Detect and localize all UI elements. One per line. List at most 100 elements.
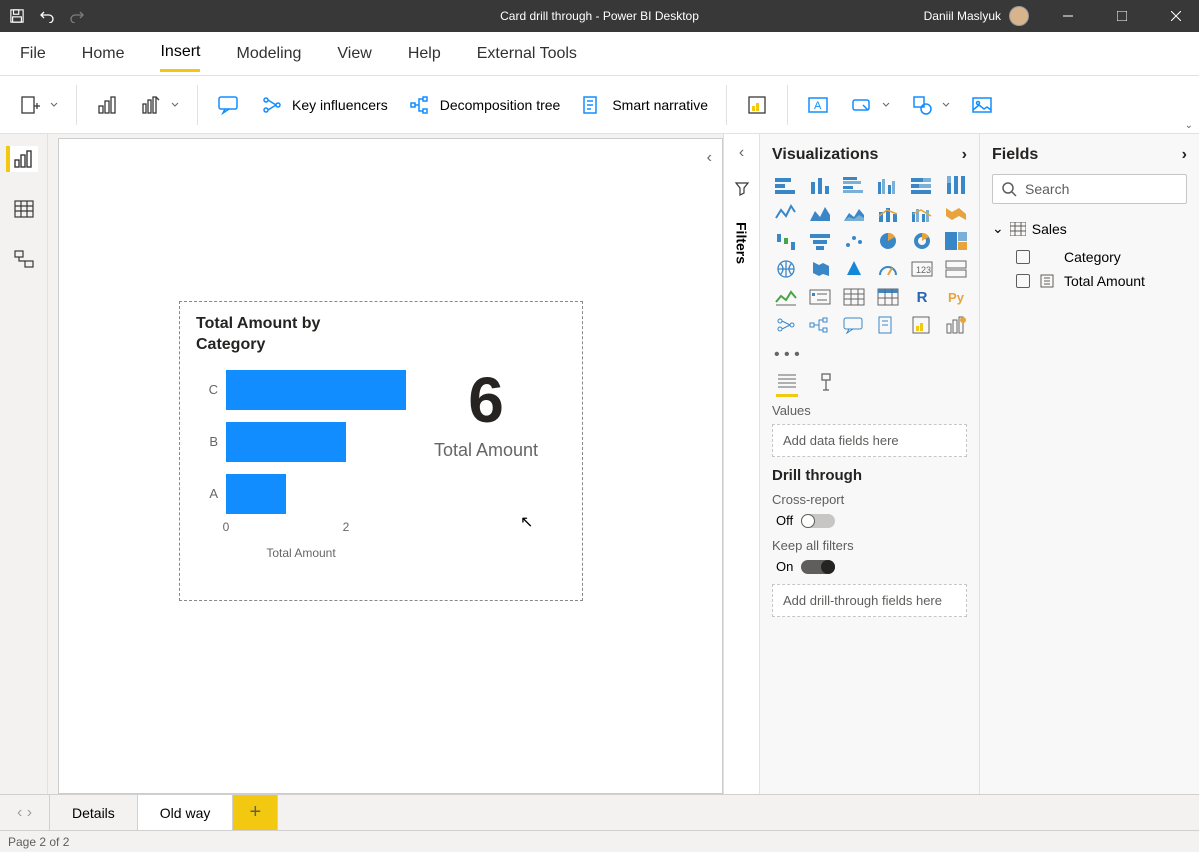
kpi-icon[interactable] [772, 286, 800, 308]
card-icon[interactable]: 123 [908, 258, 936, 280]
funnel-icon[interactable] [806, 230, 834, 252]
stacked-column-100-icon[interactable] [942, 174, 970, 196]
shapes-button[interactable] [902, 89, 958, 121]
data-view-button[interactable] [8, 196, 40, 222]
checkbox[interactable] [1016, 274, 1030, 288]
stacked-bar-100-icon[interactable] [908, 174, 936, 196]
checkbox[interactable] [1016, 250, 1030, 264]
stacked-area-icon[interactable] [840, 202, 868, 224]
selected-visual[interactable]: Total Amount by Category C B A 0 2 Total… [179, 301, 583, 601]
bar[interactable] [226, 370, 406, 410]
tab-file[interactable]: File [20, 37, 46, 71]
redo-icon[interactable] [68, 7, 86, 25]
paginated-viz-icon[interactable] [908, 314, 936, 336]
collapse-chevron-icon[interactable]: › [1182, 146, 1187, 164]
filters-pane-collapsed[interactable]: ‹ Filters [723, 134, 759, 794]
donut-icon[interactable] [908, 230, 936, 252]
get-more-visuals-icon[interactable] [942, 314, 970, 336]
slicer-icon[interactable] [806, 286, 834, 308]
view-rail [0, 134, 48, 794]
bar[interactable] [226, 474, 286, 514]
multi-row-card-icon[interactable] [942, 258, 970, 280]
report-view-button[interactable] [6, 146, 38, 172]
azure-map-icon[interactable] [840, 258, 868, 280]
field-category[interactable]: Category [992, 245, 1187, 269]
fields-table-sales[interactable]: ⌄ Sales [992, 220, 1187, 237]
shapes-icon [910, 93, 934, 117]
keep-filters-toggle[interactable] [801, 560, 835, 574]
decomposition-viz-icon[interactable] [806, 314, 834, 336]
values-drop-well[interactable]: Add data fields here [772, 424, 967, 457]
gauge-icon[interactable] [874, 258, 902, 280]
clustered-bar-icon[interactable] [840, 174, 868, 196]
card-visual[interactable]: 6 Total Amount [406, 364, 566, 560]
maximize-button[interactable] [1099, 0, 1145, 32]
line-stacked-column-icon[interactable] [874, 202, 902, 224]
keep-filters-state: On [776, 559, 793, 574]
fields-tab-icon[interactable] [776, 372, 798, 397]
treemap-icon[interactable] [942, 230, 970, 252]
collapse-chevron-icon[interactable]: ‹ [707, 149, 712, 167]
viz-more-icon[interactable]: • • • [772, 344, 967, 372]
smart-narrative-button[interactable]: Smart narrative [572, 89, 716, 121]
cross-report-toggle[interactable] [801, 514, 835, 528]
stacked-bar-icon[interactable] [772, 174, 800, 196]
qa-viz-icon[interactable] [840, 314, 868, 336]
clustered-column-icon[interactable] [874, 174, 902, 196]
qa-button[interactable] [208, 89, 248, 121]
new-page-button[interactable] [10, 89, 66, 121]
report-canvas[interactable]: ‹ Total Amount by Category C B A 0 2 [58, 138, 723, 794]
key-influencers-viz-icon[interactable] [772, 314, 800, 336]
format-tab-icon[interactable] [816, 372, 836, 397]
image-button[interactable] [962, 89, 1002, 121]
collapse-chevron-icon[interactable]: › [962, 146, 967, 164]
tab-modeling[interactable]: Modeling [236, 37, 301, 71]
pie-icon[interactable] [874, 230, 902, 252]
expand-filters-chevron-icon[interactable]: ‹ [739, 144, 744, 162]
area-chart-icon[interactable] [806, 202, 834, 224]
close-button[interactable] [1153, 0, 1199, 32]
save-icon[interactable] [8, 7, 26, 25]
user-account[interactable]: Daniil Maslyuk [924, 6, 1037, 26]
text-box-button[interactable]: A [798, 89, 838, 121]
table-icon[interactable] [840, 286, 868, 308]
scatter-icon[interactable] [840, 230, 868, 252]
decomposition-tree-button[interactable]: Decomposition tree [400, 89, 569, 121]
drill-fields-well[interactable]: Add drill-through fields here [772, 584, 967, 617]
paginated-report-button[interactable] [737, 89, 777, 121]
r-visual-icon[interactable]: R [908, 286, 936, 308]
waterfall-icon[interactable] [772, 230, 800, 252]
key-influencers-button[interactable]: Key influencers [252, 89, 396, 121]
tab-insert[interactable]: Insert [160, 35, 200, 72]
ribbon-expand-chevron-icon[interactable]: ⌄ [1185, 120, 1193, 131]
page-tab-old-way[interactable]: Old way [138, 795, 234, 830]
smart-narrative-viz-icon[interactable] [874, 314, 902, 336]
more-visuals-button[interactable] [131, 89, 187, 121]
map-icon[interactable] [772, 258, 800, 280]
field-total-amount[interactable]: Total Amount [992, 269, 1187, 293]
tab-home[interactable]: Home [82, 37, 125, 71]
minimize-button[interactable] [1045, 0, 1091, 32]
bar-chart[interactable]: C B A 0 2 Total Amount [196, 364, 406, 560]
line-clustered-column-icon[interactable] [908, 202, 936, 224]
add-page-button[interactable]: + [233, 795, 278, 830]
page-nav[interactable]: ‹ › [0, 795, 50, 830]
tab-view[interactable]: View [337, 37, 371, 71]
tab-external-tools[interactable]: External Tools [477, 37, 577, 71]
line-chart-icon[interactable] [772, 202, 800, 224]
new-visual-button[interactable] [87, 89, 127, 121]
undo-icon[interactable] [38, 7, 56, 25]
stacked-column-icon[interactable] [806, 174, 834, 196]
model-view-button[interactable] [8, 246, 40, 272]
filter-icon [734, 180, 750, 196]
speech-bubble-icon [216, 93, 240, 117]
fields-search-input[interactable]: Search [992, 174, 1187, 204]
page-tab-details[interactable]: Details [50, 795, 138, 830]
ribbon-chart-icon[interactable] [942, 202, 970, 224]
tab-help[interactable]: Help [408, 37, 441, 71]
python-visual-icon[interactable]: Py [942, 286, 970, 308]
buttons-button[interactable] [842, 89, 898, 121]
bar[interactable] [226, 422, 346, 462]
filled-map-icon[interactable] [806, 258, 834, 280]
matrix-icon[interactable] [874, 286, 902, 308]
